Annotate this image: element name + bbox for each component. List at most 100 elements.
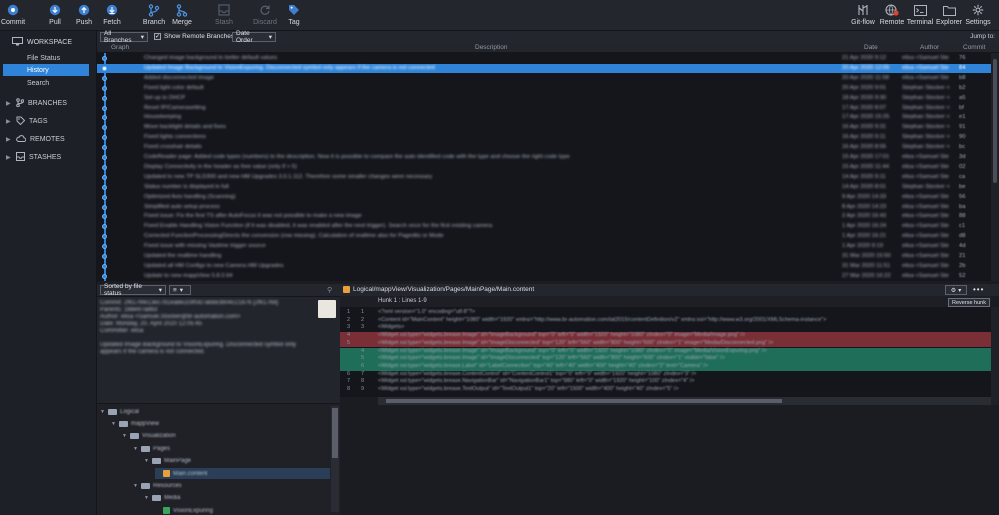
diff-line-context[interactable]: 8 9 <Widget xsi:type="widgets.brease.Text… bbox=[340, 386, 991, 394]
commit-row[interactable]: Set up to DHCP 18 Apr 2020 9:30 Stephan St… bbox=[97, 94, 991, 103]
tree-file[interactable]: Main.content bbox=[155, 468, 330, 479]
chevron-right-icon: ▶ bbox=[6, 154, 11, 161]
reverse-hunk-button[interactable]: Reverse hunk bbox=[948, 298, 990, 307]
commit-row[interactable]: Fixed lights connections 16 Apr 2020 9:11… bbox=[97, 133, 991, 142]
scrollbar-thumb[interactable] bbox=[332, 408, 338, 458]
merge-button[interactable]: Merge bbox=[165, 3, 199, 29]
diff-horizontal-scrollbar[interactable] bbox=[378, 397, 991, 405]
commit-date: 16 Apr 2020 9:11 bbox=[842, 134, 886, 141]
file-view-dropdown[interactable]: ≡ ▾ bbox=[169, 285, 191, 295]
stash-button[interactable]: Stash bbox=[207, 3, 241, 29]
commit-row[interactable]: CodeReader page: Added code types (numbe… bbox=[97, 153, 991, 162]
chevron-down-icon[interactable]: ▼ bbox=[111, 421, 116, 427]
show-remote-checkbox[interactable]: ✓ Show Remote Branches bbox=[154, 33, 234, 40]
diff-line-added[interactable]: 6 <Widget xsi:type="widgets.brease.Label… bbox=[340, 362, 991, 371]
commit-row[interactable]: Status number is displayed in full 14 Apr… bbox=[97, 183, 991, 192]
diff-options-dropdown[interactable]: ⚙ ▾ bbox=[945, 285, 967, 295]
history-scrollbar[interactable] bbox=[991, 53, 999, 281]
scrollbar-thumb[interactable] bbox=[386, 399, 782, 403]
commit-row[interactable]: Changed image background to better defau… bbox=[97, 54, 991, 63]
tree-folder[interactable]: ▼ Visualization bbox=[122, 431, 330, 442]
new-line-number: 9 bbox=[360, 386, 364, 392]
commit-row[interactable]: Corrected FunctionProcessingDirects the … bbox=[97, 232, 991, 241]
commit-description: Updated all HM Configs to new Camera HM … bbox=[144, 262, 284, 269]
sidebar-item-search[interactable]: Search bbox=[3, 77, 89, 89]
old-line-number: 3 bbox=[346, 324, 350, 331]
tree-folder[interactable]: ▼ Logical bbox=[100, 406, 330, 417]
discard-icon bbox=[258, 3, 272, 17]
search-icon[interactable]: ⚲ bbox=[327, 286, 332, 294]
commit-row[interactable]: Update to new mappView 5.8.0.64 27 Mar 20… bbox=[97, 272, 991, 281]
commit-row[interactable]: Simplified auto setup process 8 Apr 2020 … bbox=[97, 203, 991, 212]
tree-file[interactable]: VisionExpuring bbox=[155, 505, 330, 515]
tag-button[interactable]: Tag bbox=[277, 3, 311, 29]
commit-row[interactable]: Fixed issue with missing Vastime trigger… bbox=[97, 242, 991, 251]
commit-row[interactable]: Added disconnected image 20 Apr 2020 11:5… bbox=[97, 74, 991, 83]
diff-line-context[interactable]: 1 1 <?xml version="1.0" encoding="utf-8"?> bbox=[340, 309, 991, 317]
commit-row[interactable]: Move backlight details and fixes 16 Apr 2… bbox=[97, 123, 991, 132]
sidebar-item-history[interactable]: History bbox=[3, 64, 89, 76]
tree-folder[interactable]: ▼ Resources bbox=[133, 480, 330, 491]
commit-row[interactable]: Updated to new TP SLD300 and new HM Upgr… bbox=[97, 173, 991, 182]
col-date[interactable]: Date bbox=[864, 44, 878, 51]
diff-line-context[interactable]: 3 3 <Widgets> bbox=[340, 324, 991, 332]
new-line-number: 1 bbox=[360, 309, 364, 315]
fetch-button[interactable]: Fetch bbox=[95, 3, 129, 29]
old-line-number: 2 bbox=[346, 316, 350, 323]
commit-row[interactable]: Optimized Axis handling (Scanning) 9 Apr … bbox=[97, 193, 991, 202]
commit-info-line: appears if the camera is not connected. bbox=[100, 349, 206, 355]
diff-line-context[interactable]: 2 2 <Content id="MainContent" height="1080… bbox=[340, 317, 991, 325]
diff-line-added[interactable]: 5 <Widget xsi:type="widgets.brease.Image… bbox=[340, 355, 991, 363]
scrollbar-thumb[interactable] bbox=[993, 59, 997, 183]
branch-filter-dropdown[interactable]: All Branches ▾ bbox=[100, 30, 148, 44]
diff-line-context[interactable]: 7 8 <Widget xsi:type="widgets.brease.Navi… bbox=[340, 378, 991, 386]
commit-row[interactable]: Housekeeping 17 Apr 2020 15:25 Stephan Sto… bbox=[97, 113, 991, 122]
commit-button[interactable]: Commit bbox=[0, 3, 30, 29]
chevron-down-icon[interactable]: ▼ bbox=[122, 433, 127, 439]
sidebar-group-tags[interactable]: ▶ TAGS bbox=[6, 115, 48, 127]
settings-button[interactable]: Settings bbox=[961, 3, 995, 29]
sidebar-group-remotes[interactable]: ▶ REMOTES bbox=[6, 133, 65, 145]
col-description[interactable]: Description bbox=[475, 44, 508, 51]
diff-line-removed[interactable]: 5 <Widget xsi:type="widgets.brease.Image… bbox=[340, 339, 991, 348]
dropdown-value: All Branches bbox=[104, 30, 132, 44]
workspace-header[interactable]: WORKSPACE bbox=[12, 36, 72, 47]
commit-date: 2 Apr 2020 16:43 bbox=[842, 213, 887, 220]
sidebar-group-branches[interactable]: ▶ BRANCHES bbox=[6, 97, 67, 109]
diff-line-removed[interactable]: 4 <Widget xsi:type="widgets.brease.Image… bbox=[340, 332, 991, 340]
commit-row[interactable]: Reset IP/Camerasetting 17 Apr 2020 8:07 St… bbox=[97, 104, 991, 113]
chevron-down-icon[interactable]: ▼ bbox=[144, 458, 149, 464]
diff-line-added[interactable]: 4 <Widget xsi:type="widgets.brease.Image… bbox=[340, 347, 991, 356]
commit-row[interactable]: Updated Image Background to VisionExpuri… bbox=[97, 63, 991, 73]
more-options-icon[interactable]: ••• bbox=[973, 285, 984, 294]
file-sort-dropdown[interactable]: Sorted by file status ▾ bbox=[100, 283, 166, 297]
tree-folder[interactable]: ▼ Pages bbox=[133, 443, 330, 454]
tree-folder[interactable]: ▼ MainPage bbox=[144, 456, 330, 467]
sidebar-item-label: History bbox=[27, 66, 49, 74]
commit-row[interactable]: Fixed crosshair details 16 Apr 2020 8:55 S… bbox=[97, 143, 991, 152]
sidebar-item-file-status[interactable]: File Status bbox=[3, 52, 89, 64]
col-graph[interactable]: Graph bbox=[111, 44, 129, 51]
folder-icon bbox=[108, 408, 117, 415]
diff-line-context[interactable]: 6 7 <Widget xsi:type="widgets.brease.Cont… bbox=[340, 371, 991, 379]
commit-author: elisa <Samuel Ste bbox=[902, 193, 949, 200]
order-dropdown[interactable]: Date Order ▾ bbox=[232, 30, 276, 44]
chevron-down-icon[interactable]: ▼ bbox=[133, 446, 138, 452]
col-commit[interactable]: Commit bbox=[963, 44, 985, 51]
commit-row[interactable]: Display Connectivity in the header as fr… bbox=[97, 163, 991, 172]
commit-row[interactable]: Fixed issue: Fix the first TS after Auto… bbox=[97, 212, 991, 221]
col-author[interactable]: Author bbox=[920, 44, 939, 51]
tree-folder[interactable]: ▼ Media bbox=[144, 493, 330, 504]
chevron-down-icon[interactable]: ▼ bbox=[133, 483, 138, 489]
tree-folder[interactable]: ▼ mappView bbox=[111, 418, 330, 429]
chevron-down-icon[interactable]: ▼ bbox=[144, 495, 149, 501]
chevron-down-icon[interactable]: ▼ bbox=[100, 409, 105, 415]
sidebar-group-stashes[interactable]: ▶ STASHES bbox=[6, 151, 61, 163]
toolbar-label: Tag bbox=[288, 19, 300, 26]
commit-row[interactable]: Updated the realtime handling 31 Mar 2020… bbox=[97, 252, 991, 261]
commit-row[interactable]: Fixed light color default 20 Apr 2020 9:0… bbox=[97, 84, 991, 93]
commit-row[interactable]: Updated all HM Configs to new Camera HM … bbox=[97, 262, 991, 271]
tree-scrollbar[interactable] bbox=[331, 406, 339, 512]
commit-row[interactable]: Fixed Enable Handling Vision Function (i… bbox=[97, 222, 991, 231]
diff-vertical-scrollbar[interactable] bbox=[991, 307, 999, 405]
